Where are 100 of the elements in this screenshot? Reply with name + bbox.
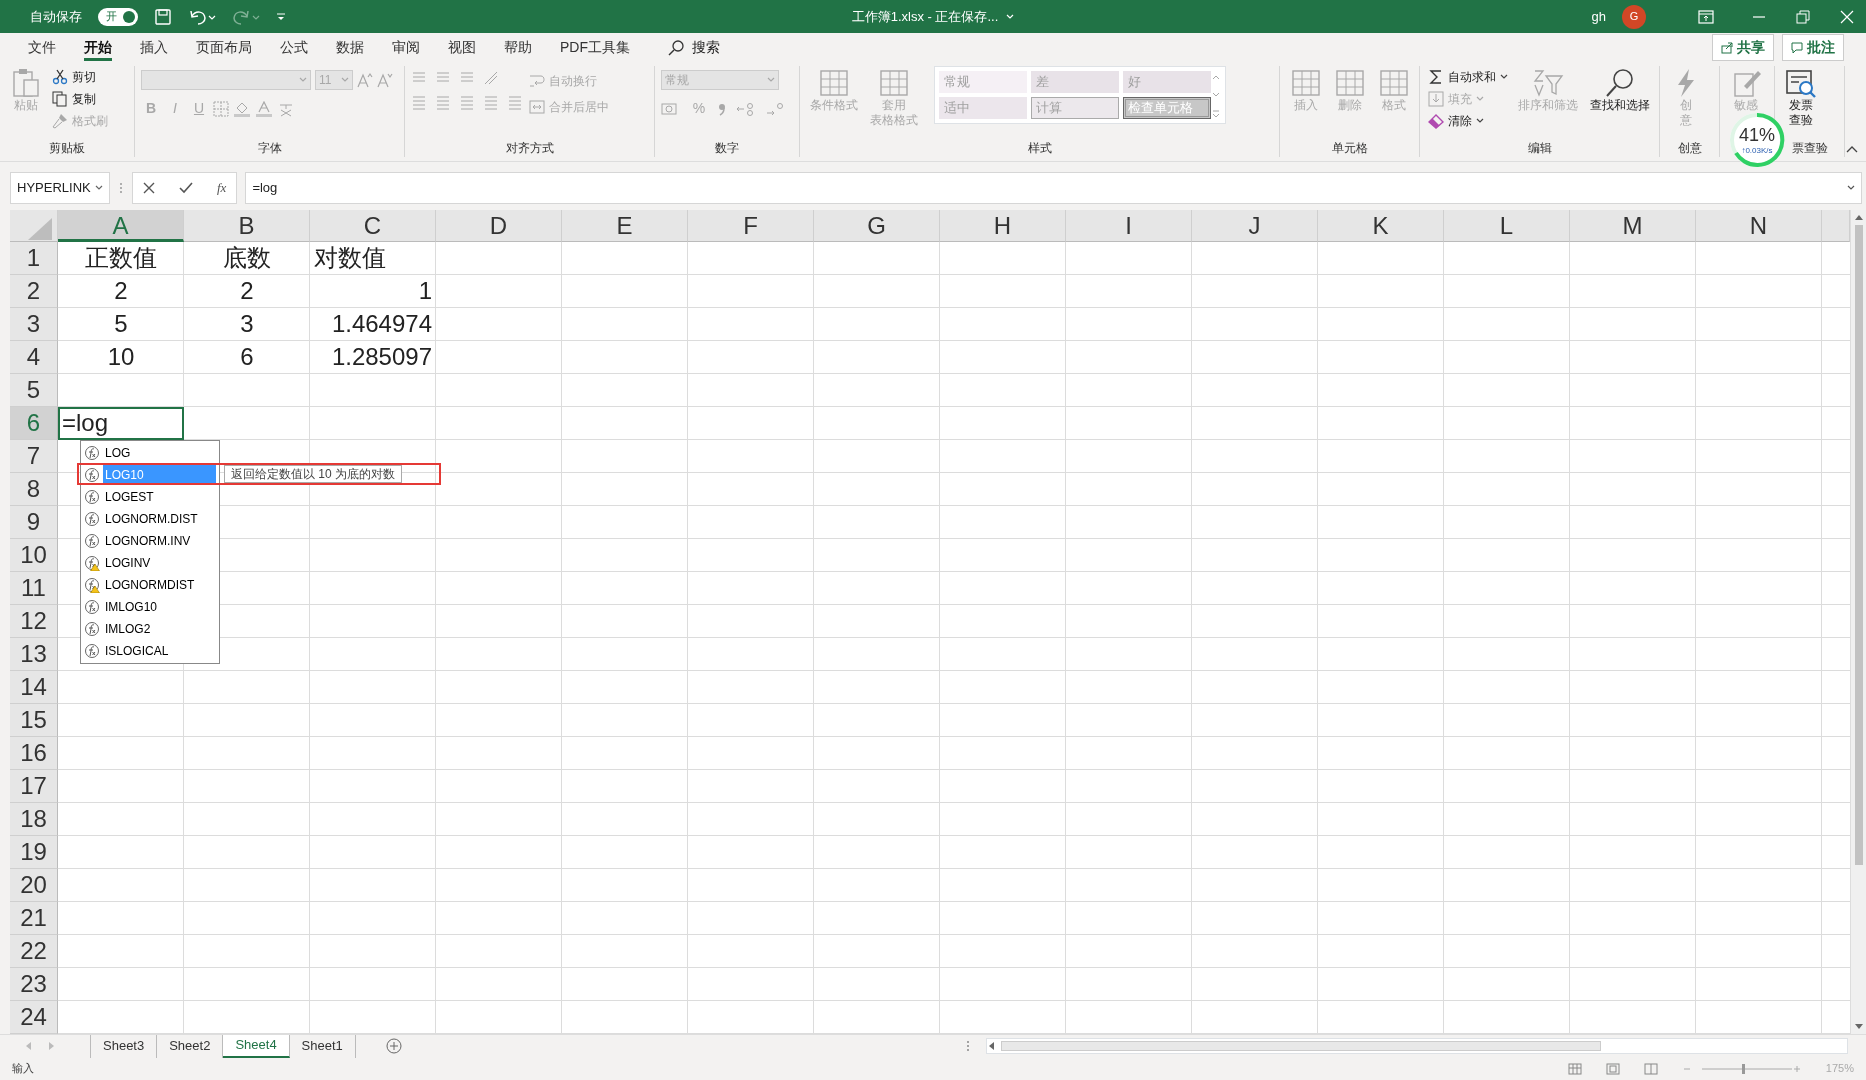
row-header[interactable]: 21 [10, 902, 58, 935]
sheet-tab[interactable]: Sheet1 [289, 1034, 356, 1058]
autosave-toggle[interactable]: 开 [98, 7, 138, 26]
zoom-slider-icon[interactable] [1681, 1062, 1802, 1075]
column-header[interactable]: G [814, 210, 940, 242]
row-header[interactable]: 7 [10, 440, 58, 473]
function-option[interactable]: ISLOGICAL [81, 640, 219, 662]
column-header[interactable]: F [688, 210, 814, 242]
menu-tab[interactable]: 帮助 [490, 33, 546, 62]
sheet-tab[interactable]: Sheet3 [91, 1034, 158, 1058]
name-box[interactable]: HYPERLINK [10, 172, 110, 204]
row-header[interactable]: 19 [10, 836, 58, 869]
function-option[interactable]: LOGNORM.DIST [81, 508, 219, 530]
ribbon-display-icon[interactable] [1698, 9, 1714, 24]
ribbon-button[interactable]: 自动求和 [1426, 66, 1510, 88]
ribbon-button[interactable]: 剪切 [50, 66, 110, 88]
collapse-ribbon-icon[interactable] [1846, 145, 1858, 153]
user-avatar[interactable]: G [1622, 4, 1646, 29]
row-header[interactable]: 3 [10, 308, 58, 341]
row-header[interactable]: 20 [10, 869, 58, 902]
row-header[interactable]: 6 [10, 407, 58, 440]
insert-function-button[interactable]: fx [217, 178, 227, 198]
function-option[interactable]: LOGNORMDIST [81, 574, 219, 596]
vertical-scrollbar[interactable] [1850, 210, 1866, 1034]
row-header[interactable]: 24 [10, 1001, 58, 1034]
search-icon[interactable] [668, 39, 684, 56]
function-option[interactable]: LOGNORM.INV [81, 530, 219, 552]
ribbon-button[interactable]: 清除 [1426, 110, 1510, 132]
column-header[interactable]: E [562, 210, 688, 242]
column-header[interactable]: C [310, 210, 436, 242]
column-header[interactable]: H [940, 210, 1066, 242]
formula-input[interactable]: =log [245, 172, 1862, 204]
function-option[interactable]: LOGEST [81, 486, 219, 508]
column-header[interactable]: K [1318, 210, 1444, 242]
active-cell[interactable]: =log [58, 407, 184, 440]
row-header[interactable]: 5 [10, 374, 58, 407]
row-header[interactable]: 2 [10, 275, 58, 308]
ribbon-button[interactable]: 发票 查验 [1781, 66, 1821, 130]
column-header[interactable]: D [436, 210, 562, 242]
row-header[interactable]: 11 [10, 572, 58, 605]
scissors-icon [52, 69, 68, 85]
sheet-tab[interactable]: Sheet4 [223, 1034, 290, 1058]
horizontal-scrollbar[interactable] [986, 1038, 1848, 1054]
menu-tab[interactable]: 数据 [322, 33, 378, 62]
close-icon[interactable] [1840, 9, 1854, 24]
previous-sheet-icon[interactable] [24, 1041, 32, 1051]
row-header[interactable]: 8 [10, 473, 58, 506]
search-label[interactable]: 搜索 [692, 37, 720, 58]
column-header[interactable]: A [58, 210, 184, 242]
row-header[interactable]: 16 [10, 737, 58, 770]
customize-icon[interactable] [276, 11, 286, 22]
function-option[interactable]: LOG [81, 442, 219, 464]
font-name-field[interactable] [141, 70, 311, 90]
column-header[interactable]: L [1444, 210, 1570, 242]
restore-icon[interactable] [1796, 9, 1810, 24]
menu-tab[interactable]: 审阅 [378, 33, 434, 62]
menu-tab[interactable]: 文件 [14, 33, 70, 62]
column-header[interactable]: M [1570, 210, 1696, 242]
row-header[interactable]: 4 [10, 341, 58, 374]
column-header[interactable]: J [1192, 210, 1318, 242]
menu-tab[interactable]: 开始 [70, 33, 126, 62]
function-option[interactable]: IMLOG2 [81, 618, 219, 640]
cancel-icon[interactable] [143, 182, 155, 194]
page-layout-icon[interactable] [1605, 1062, 1620, 1075]
copy-icon [52, 91, 68, 107]
row-header[interactable]: 1 [10, 242, 58, 275]
next-sheet-icon[interactable] [48, 1041, 56, 1051]
percent-text: 41% [1739, 125, 1775, 144]
comments-button[interactable]: 批注 [1782, 34, 1844, 61]
function-option[interactable]: LOGINV [81, 552, 219, 574]
row-header[interactable]: 23 [10, 968, 58, 1001]
row-header[interactable]: 9 [10, 506, 58, 539]
normal-view-icon[interactable] [1567, 1062, 1582, 1075]
column-header[interactable]: N [1696, 210, 1822, 242]
indent-icon [483, 94, 499, 110]
page-break-icon[interactable] [1643, 1062, 1658, 1075]
row-header[interactable]: 22 [10, 935, 58, 968]
row-header[interactable]: 18 [10, 803, 58, 836]
function-option[interactable]: IMLOG10 [81, 596, 219, 618]
row-header[interactable]: 15 [10, 704, 58, 737]
row-header[interactable]: 10 [10, 539, 58, 572]
check-icon[interactable] [179, 182, 193, 194]
row-header[interactable]: 12 [10, 605, 58, 638]
table-cell-text: 2 [113, 276, 129, 306]
row-header[interactable]: 13 [10, 638, 58, 671]
column-header[interactable]: B [184, 210, 310, 242]
split-handle-icon[interactable] [966, 1040, 970, 1052]
menu-tab[interactable]: PDF工具集 [546, 33, 644, 62]
menu-tab[interactable]: 视图 [434, 33, 490, 62]
menu-tab[interactable]: 公式 [266, 33, 322, 62]
menu-tab[interactable]: 插入 [126, 33, 182, 62]
ribbon-button[interactable]: 查找和选择 [1586, 66, 1654, 115]
add-sheet-icon[interactable] [385, 1038, 402, 1054]
ribbon-button[interactable]: 复制 [50, 88, 110, 110]
column-header[interactable]: I [1066, 210, 1192, 242]
save-icon[interactable] [154, 7, 172, 26]
row-header[interactable]: 14 [10, 671, 58, 704]
row-header[interactable]: 17 [10, 770, 58, 803]
share-button[interactable]: 共享 [1712, 34, 1774, 61]
menu-tab[interactable]: 页面布局 [182, 33, 266, 62]
